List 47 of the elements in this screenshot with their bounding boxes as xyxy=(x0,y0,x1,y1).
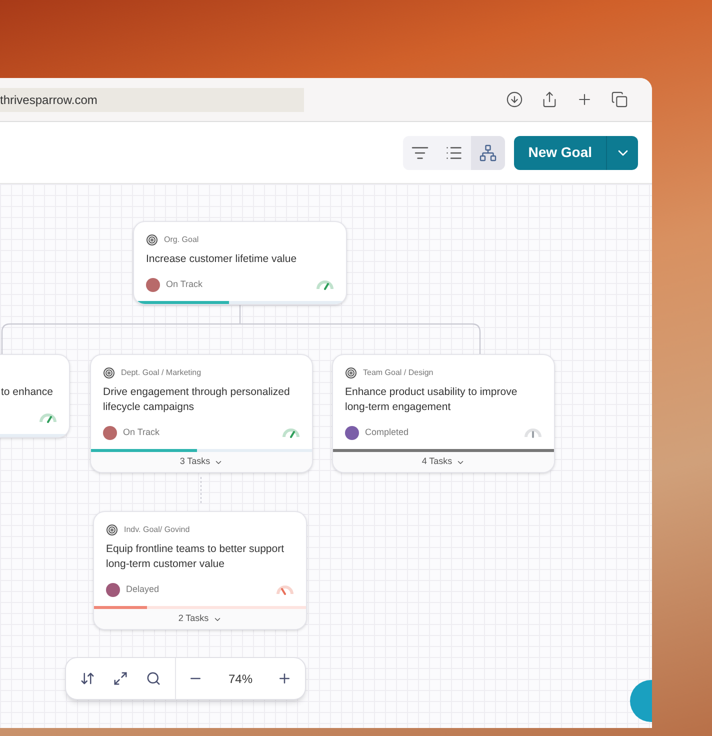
goal-category: Dept. Goal / Marketing xyxy=(121,367,202,379)
status-label: Delayed xyxy=(126,583,160,596)
status-label: On Track xyxy=(123,426,160,440)
goal-card[interactable]: to enhance xyxy=(0,354,70,438)
connector-line xyxy=(199,477,203,505)
goal-category: Indv. Goal/ Govind xyxy=(124,524,190,536)
avatar xyxy=(345,426,359,440)
download-icon[interactable] xyxy=(506,91,523,108)
expand-icon[interactable] xyxy=(113,671,128,686)
goal-card[interactable]: Team Goal / Design Enhance product usability to improve long-term engagement Completed 4 Tasks xyxy=(332,354,555,473)
share-icon[interactable] xyxy=(541,91,558,108)
goal-category: Team Goal / Design xyxy=(363,367,434,379)
zoom-level: 74% xyxy=(228,670,252,688)
avatar xyxy=(106,583,120,597)
view-tab[interactable] xyxy=(471,136,506,170)
gauge-icon xyxy=(282,428,300,438)
gauge-icon xyxy=(276,585,294,595)
goal-title: Enhance product usability to improve long-term engagement xyxy=(345,385,518,415)
goal-title: Equip frontline teams to better support long-term customer value xyxy=(106,542,286,572)
goal-category: Org. Goal xyxy=(164,234,199,246)
tasks-toggle[interactable]: 2 Tasks xyxy=(94,609,306,629)
gauge-icon xyxy=(524,428,542,438)
new-tab-icon[interactable] xyxy=(576,91,593,108)
status-label: Completed xyxy=(365,426,409,440)
sort-icon[interactable] xyxy=(80,671,95,686)
tasks-toggle[interactable]: 4 Tasks xyxy=(333,452,554,472)
status-label: On Track xyxy=(166,278,203,292)
goal-title: Drive engagement through personalized lifecycle campaigns xyxy=(103,385,291,415)
org-chart-icon xyxy=(479,144,498,162)
address-bar[interactable]: thrivesparrow.com xyxy=(0,88,304,112)
goal-title: to enhance xyxy=(1,385,54,400)
target-icon xyxy=(146,234,158,246)
tasks-toggle[interactable]: 3 Tasks xyxy=(91,452,312,472)
avatar xyxy=(103,426,117,440)
goal-card[interactable]: Indv. Goal/ Govind Equip frontline teams to better support long-term customer value Delayed 2 Tasks xyxy=(93,511,307,630)
goal-title: Increase customer lifetime value xyxy=(146,252,298,267)
gauge-icon xyxy=(316,280,334,290)
target-icon xyxy=(103,367,115,379)
zoom-in-icon[interactable] xyxy=(277,671,292,686)
target-icon xyxy=(106,524,118,536)
avatar xyxy=(146,278,160,292)
gauge-icon xyxy=(39,413,57,423)
target-icon xyxy=(345,367,357,379)
search-icon[interactable] xyxy=(146,671,161,686)
goal-card[interactable]: Dept. Goal / Marketing Drive engagement through personalized lifecycle campaigns On Track 3 Tasks xyxy=(90,354,313,473)
tabs-overview-icon[interactable] xyxy=(611,91,628,108)
goal-card[interactable]: Org. Goal Increase customer lifetime value On Track xyxy=(133,221,347,305)
